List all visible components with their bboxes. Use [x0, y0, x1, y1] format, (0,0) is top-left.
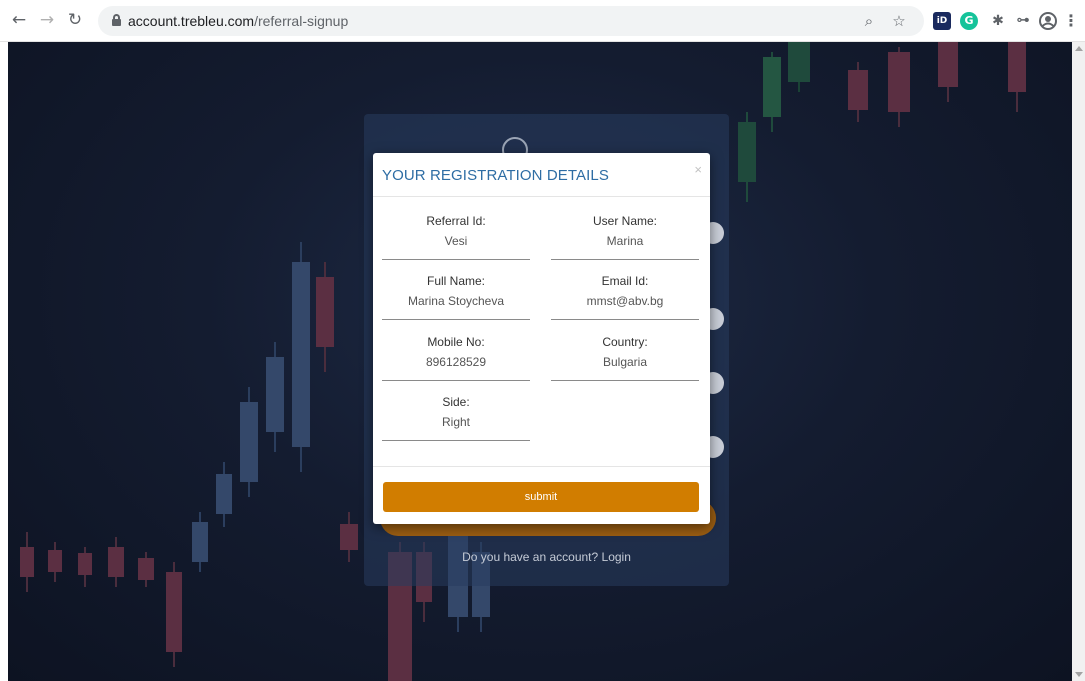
field-user-name: User Name: Marina	[551, 212, 699, 260]
candle	[138, 552, 154, 587]
field-value: Right	[441, 415, 470, 429]
scrollbar[interactable]	[1072, 42, 1085, 681]
field-label: Mobile No:	[427, 335, 485, 349]
key-icon[interactable]: ⊶	[1013, 11, 1033, 31]
candle	[292, 242, 310, 472]
back-arrow-icon[interactable]: ←	[8, 9, 30, 31]
forward-arrow-icon[interactable]: →	[36, 9, 58, 31]
candle	[888, 47, 910, 127]
url-host: account.trebleu.com	[128, 13, 255, 29]
field-email-id: Email Id: mmst@abv.bg	[551, 272, 699, 320]
field-country: Country: Bulgaria	[551, 333, 699, 381]
field-full-name: Full Name: Marina Stoycheva	[382, 272, 530, 320]
candle	[192, 512, 208, 572]
candle	[240, 387, 258, 497]
address-bar[interactable]: account.trebleu.com/referral-signup ⌕ ☆	[98, 6, 924, 36]
candle	[266, 342, 284, 452]
modal-title: YOUR REGISTRATION DETAILS	[382, 167, 609, 184]
field-value: Marina	[606, 234, 644, 248]
field-side: Side: Right	[382, 393, 530, 441]
page-margin	[0, 42, 8, 681]
zoom-icon[interactable]: ⌕	[860, 12, 878, 30]
submit-button[interactable]: submit	[383, 482, 699, 512]
field-value: 896128529	[425, 355, 487, 369]
field-label: Email Id:	[601, 274, 649, 288]
field-value: Marina Stoycheva	[407, 294, 505, 308]
candle	[166, 562, 182, 667]
candle	[78, 547, 92, 587]
menu-icon[interactable]: ⋮	[1063, 11, 1079, 31]
candle	[316, 262, 334, 372]
registration-modal: YOUR REGISTRATION DETAILS × Referral Id:…	[373, 153, 710, 524]
field-label: Country:	[602, 335, 648, 349]
field-label: Referral Id:	[426, 214, 486, 228]
star-icon[interactable]: ☆	[890, 12, 908, 30]
login-prompt[interactable]: Do you have an account? Login	[364, 550, 729, 564]
field-label: Full Name:	[426, 274, 485, 288]
scroll-down-icon[interactable]	[1075, 672, 1083, 677]
candle	[340, 512, 358, 562]
modal-header: YOUR REGISTRATION DETAILS ×	[373, 153, 710, 197]
candle	[216, 462, 232, 527]
candle	[738, 112, 756, 202]
lock-icon	[112, 14, 121, 26]
field-value: Bulgaria	[602, 355, 648, 369]
candle	[20, 532, 34, 592]
close-icon[interactable]: ×	[694, 162, 702, 177]
candle	[788, 42, 810, 92]
modal-footer: submit	[373, 466, 710, 524]
id-extension-icon[interactable]: iD	[933, 12, 951, 30]
field-referral-id: Referral Id: Vesi	[382, 212, 530, 260]
candle	[48, 542, 62, 582]
scroll-up-icon[interactable]	[1075, 46, 1083, 51]
url-text: account.trebleu.com/referral-signup	[128, 13, 348, 29]
candle	[938, 42, 958, 102]
candle	[763, 52, 781, 132]
field-label: User Name:	[592, 214, 657, 228]
puzzle-icon[interactable]: ✱	[988, 11, 1008, 31]
profile-icon[interactable]	[1038, 11, 1058, 31]
reload-icon[interactable]: ↻	[64, 9, 86, 31]
candle	[108, 537, 124, 587]
field-value: Vesi	[444, 234, 468, 248]
browser-toolbar: ← → ↻ account.trebleu.com/referral-signu…	[0, 0, 1085, 42]
url-path: /referral-signup	[254, 13, 349, 29]
grammarly-icon[interactable]: G	[960, 12, 978, 30]
field-mobile-no: Mobile No: 896128529	[382, 333, 530, 381]
candle	[848, 62, 868, 122]
candle	[1008, 42, 1026, 112]
field-label: Side:	[442, 395, 470, 409]
field-value: mmst@abv.bg	[586, 294, 664, 308]
